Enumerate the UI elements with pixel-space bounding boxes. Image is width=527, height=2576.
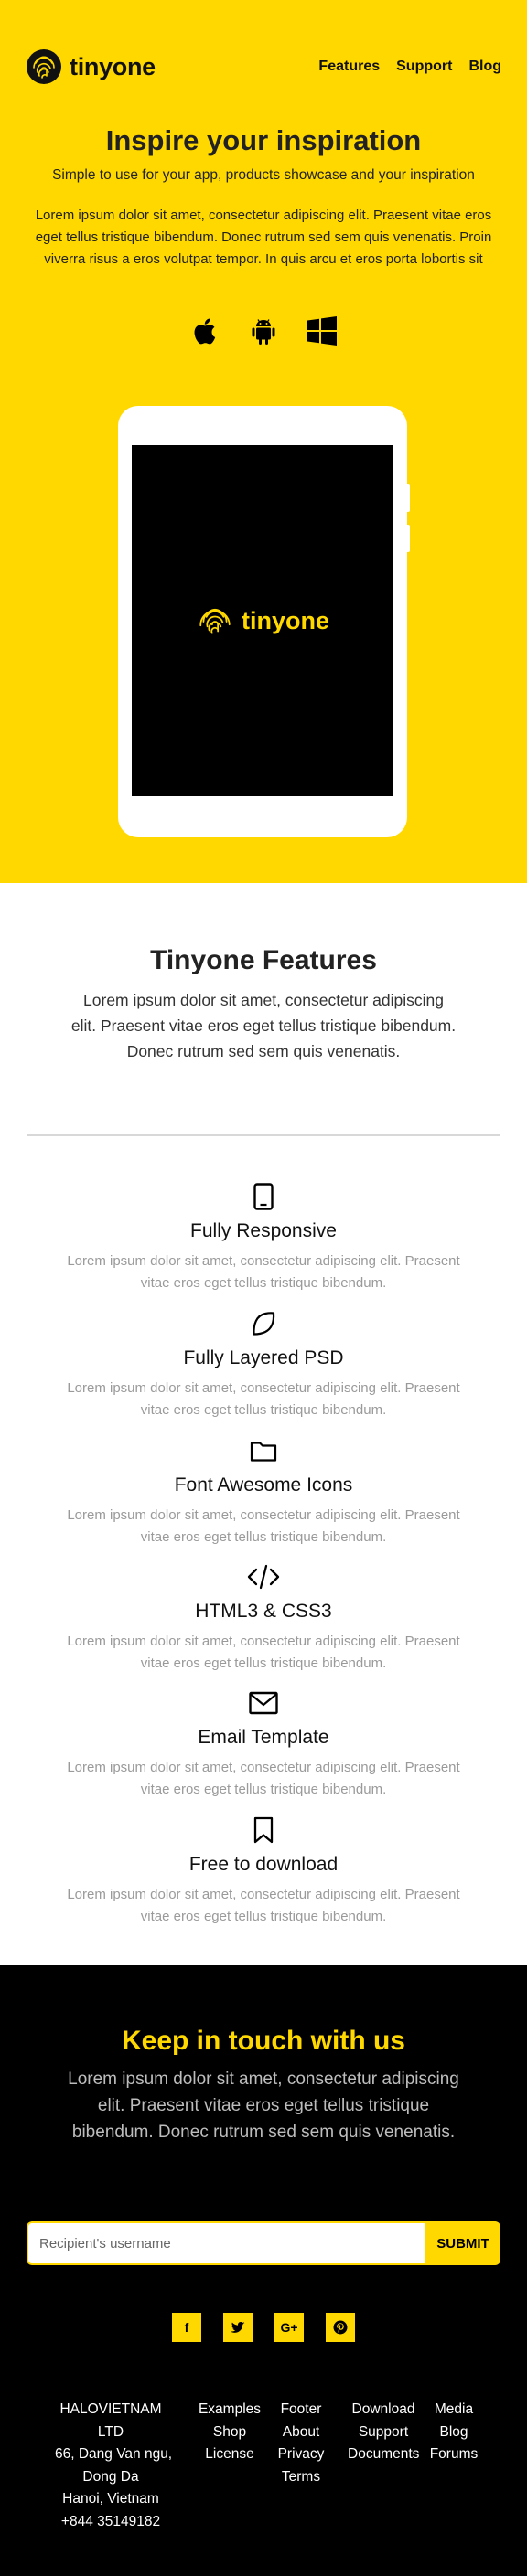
hero-subtitle: Simple to use for your app, products sho… [52, 167, 475, 183]
hero-section: tinyone Features Support Blog Inspire yo… [0, 0, 527, 883]
footer-link-support[interactable]: Support [348, 2422, 419, 2444]
address-line: Hanoi, Vietnam [62, 2491, 159, 2507]
footer-link-license[interactable]: License [194, 2443, 265, 2466]
tablet-mockup: tinyone [118, 406, 410, 837]
nav-link-features[interactable]: Features [318, 59, 380, 75]
apple-icon[interactable] [187, 313, 223, 349]
footer-link-download[interactable]: Download [348, 2399, 419, 2422]
footer-address: HALOVIETNAM LTD 66, Dang Van ngu, Dong D… [55, 2399, 173, 2533]
footer-links: HALOVIETNAM LTD 66, Dang Van ngu, Dong D… [0, 2399, 527, 2536]
envelope-icon [249, 1688, 278, 1718]
address-line: 66, Dang Van ngu, [55, 2446, 173, 2462]
nav-link-support[interactable]: Support [396, 59, 452, 75]
features-intro: Tinyone Features Lorem ipsum dolor sit a… [0, 883, 527, 1136]
screen-logo: tinyone [196, 601, 329, 640]
feature-description: Lorem ipsum dolor sit amet, consectetur … [67, 1253, 460, 1291]
recipient-username-input[interactable] [27, 2221, 425, 2265]
footer-link-forums[interactable]: Forums [426, 2443, 481, 2466]
features-description: Lorem ipsum dolor sit amet, consectetur … [70, 991, 457, 1060]
feature-item: Free to download Lorem ipsum dolor sit a… [0, 1815, 527, 1928]
leaf-icon [249, 1309, 278, 1338]
footer-link-about[interactable]: About [274, 2422, 328, 2444]
facebook-icon[interactable]: f [172, 2313, 201, 2342]
footer-col-1: Examples Shop License [194, 2399, 265, 2466]
address-line: LTD [97, 2423, 124, 2440]
tablet-screen: tinyone [132, 445, 393, 796]
feature-description: Lorem ipsum dolor sit amet, consectetur … [67, 1380, 460, 1418]
address-line: HALOVIETNAM [59, 2401, 162, 2417]
contact-title: Keep in touch with us [121, 2026, 405, 2056]
footer-link-shop[interactable]: Shop [194, 2422, 265, 2444]
google-plus-icon[interactable]: G+ [274, 2313, 304, 2342]
brand-logo[interactable]: tinyone [26, 48, 156, 85]
feature-description: Lorem ipsum dolor sit amet, consectetur … [67, 1634, 460, 1671]
nav-link-blog[interactable]: Blog [468, 59, 501, 75]
feature-item: Fully Layered PSD Lorem ipsum dolor sit … [0, 1309, 527, 1421]
feature-item: HTML3 & CSS3 Lorem ipsum dolor sit amet,… [0, 1562, 527, 1675]
folder-icon [249, 1436, 278, 1465]
footer-link-privacy[interactable]: Privacy [274, 2443, 328, 2466]
footer-link-terms[interactable]: Terms [274, 2466, 328, 2489]
footer-link-documents[interactable]: Documents [348, 2443, 419, 2466]
fingerprint-icon [26, 48, 62, 85]
subscribe-form: SUBMIT [27, 2221, 500, 2265]
windows-icon[interactable] [304, 313, 340, 349]
top-nav: tinyone Features Support Blog [26, 44, 501, 90]
fingerprint-icon [196, 601, 234, 640]
hero-title: Inspire your inspiration [105, 124, 422, 156]
footer-col-4: Media Blog Forums [426, 2399, 481, 2466]
tablet-icon [249, 1182, 278, 1211]
footer-col-3: Download Support Documents [348, 2399, 419, 2466]
footer-link-blog[interactable]: Blog [426, 2422, 481, 2444]
feature-item: Fully Responsive Lorem ipsum dolor sit a… [0, 1182, 527, 1294]
pinterest-icon[interactable] [326, 2313, 355, 2342]
feature-title: Fully Responsive [190, 1220, 337, 1241]
feature-title: Fully Layered PSD [183, 1347, 344, 1368]
tablet-side-button [407, 525, 410, 552]
feature-item: Font Awesome Icons Lorem ipsum dolor sit… [0, 1436, 527, 1549]
features-title: Tinyone Features [150, 945, 377, 975]
nav-links: Features Support Blog [318, 59, 501, 75]
footer-link-media[interactable]: Media [426, 2399, 481, 2422]
bookmark-icon [249, 1815, 278, 1845]
address-line: +844 35149182 [60, 2513, 161, 2529]
contact-description: Lorem ipsum dolor sit amet, consectetur … [68, 2070, 459, 2142]
tablet-side-button [407, 484, 410, 512]
feature-title: Email Template [198, 1727, 329, 1748]
feature-title: HTML3 & CSS3 [195, 1601, 332, 1622]
feature-title: Free to download [188, 1854, 339, 1875]
feature-title: Font Awesome Icons [174, 1474, 353, 1496]
android-icon[interactable] [245, 313, 282, 349]
platform-icons [0, 313, 527, 349]
screen-brand-name: tinyone [241, 606, 329, 634]
feature-description: Lorem ipsum dolor sit amet, consectetur … [67, 1507, 460, 1545]
twitter-icon[interactable] [223, 2313, 253, 2342]
feature-description: Lorem ipsum dolor sit amet, consectetur … [67, 1887, 460, 1924]
contact-section: Keep in touch with us Lorem ipsum dolor … [0, 1965, 527, 2576]
social-links: f G+ [0, 2313, 527, 2342]
feature-item: Email Template Lorem ipsum dolor sit ame… [0, 1688, 527, 1801]
footer-col-2: Footer About Privacy Terms [274, 2399, 328, 2488]
address-line: Dong Da [82, 2468, 139, 2485]
feature-description: Lorem ipsum dolor sit amet, consectetur … [67, 1760, 460, 1797]
submit-button[interactable]: SUBMIT [425, 2221, 500, 2265]
footer-link-examples[interactable]: Examples [194, 2399, 265, 2422]
code-icon [247, 1562, 280, 1591]
feature-list: Fully Responsive Lorem ipsum dolor sit a… [0, 1134, 527, 1965]
hero-paragraph: Lorem ipsum dolor sit amet, consectetur … [35, 208, 492, 267]
footer-link-footer[interactable]: Footer [274, 2399, 328, 2422]
brand-name: tinyone [70, 52, 156, 80]
